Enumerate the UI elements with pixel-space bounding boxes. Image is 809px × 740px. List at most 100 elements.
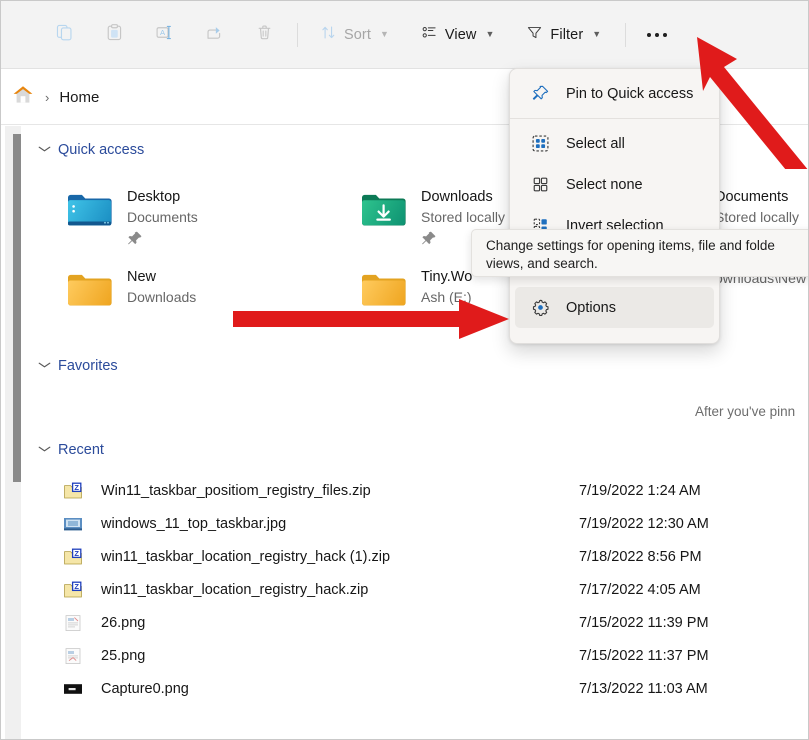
menu-divider: [510, 118, 719, 119]
recent-title: Recent: [58, 442, 104, 458]
quick-access-item-meta: Tiny.Wo Ash (E:): [421, 268, 472, 307]
chevron-down-icon: [38, 145, 51, 156]
svg-text:Z: Z: [74, 549, 79, 558]
recent-header[interactable]: Recent: [39, 442, 808, 458]
file-name: win11_taskbar_location_registry_hack (1)…: [101, 549, 390, 565]
quick-access-item-meta: New Downloads: [127, 268, 196, 307]
recent-file-list: Z Win11_taskbar_positiom_registry_files.…: [1, 474, 808, 705]
home-icon[interactable]: [11, 83, 35, 112]
see-more-context-menu: Pin to Quick access Select all: [509, 68, 720, 344]
file-name: 26.png: [101, 615, 145, 631]
file-name: win11_taskbar_location_registry_hack.zip: [101, 582, 368, 598]
view-label: View: [445, 27, 477, 43]
svg-text:A: A: [159, 27, 165, 36]
gear-icon: [531, 298, 550, 317]
menu-item-pin-to-quick-access[interactable]: Pin to Quick access: [515, 73, 714, 114]
png-icon: [63, 646, 83, 666]
table-row[interactable]: 25.png 7/15/2022 11:37 PM: [1, 639, 808, 672]
tiny-folder-icon: [359, 268, 407, 314]
png-icon: [63, 613, 83, 633]
tooltip-line-2: views, and search.: [486, 255, 809, 273]
quick-access-item-desktop[interactable]: Desktop Documents: [65, 184, 359, 256]
table-row[interactable]: Capture0.png 7/13/2022 11:03 AM: [1, 672, 808, 705]
png-dark-icon: [63, 679, 83, 699]
file-explorer-window: A: [0, 0, 809, 740]
favorites-empty-hint: After you've pinn: [695, 404, 795, 419]
item-subtitle: Stored locally: [715, 207, 799, 227]
menu-item-select-all[interactable]: Select all: [515, 123, 714, 164]
favorites-section: Favorites After you've pinn: [1, 358, 808, 374]
chevron-down-icon: ▼: [380, 30, 389, 39]
recent-section: Recent Z Win11_taskbar_positiom_registry…: [1, 442, 808, 458]
file-date: 7/19/2022 1:24 AM: [579, 483, 701, 499]
share-button[interactable]: [195, 18, 233, 52]
quick-access-item-meta: Desktop Documents: [127, 188, 198, 246]
jpg-icon: [63, 514, 83, 534]
filter-icon: [526, 24, 543, 46]
file-name: Win11_taskbar_positiom_registry_files.zi…: [101, 483, 371, 499]
item-subtitle: Downloads: [127, 287, 196, 307]
quick-access-title: Quick access: [58, 142, 144, 158]
item-name: Desktop: [127, 188, 198, 207]
breadcrumb-current[interactable]: Home: [59, 89, 99, 106]
chevron-down-icon: [38, 445, 51, 456]
item-name: Documents: [715, 188, 799, 207]
file-name: Capture0.png: [101, 681, 189, 697]
rename-button[interactable]: A: [145, 18, 183, 52]
delete-button[interactable]: [245, 18, 283, 52]
view-button[interactable]: View ▼: [411, 18, 505, 52]
item-name: New: [127, 268, 196, 287]
options-tooltip: Change settings for opening items, file …: [471, 229, 809, 277]
desktop-folder-icon: [65, 188, 113, 234]
favorites-header[interactable]: Favorites: [39, 358, 808, 374]
ellipsis-icon: [647, 33, 667, 37]
file-date: 7/19/2022 12:30 AM: [579, 516, 709, 532]
breadcrumb-separator: ›: [45, 90, 49, 105]
pin-icon: [421, 230, 437, 246]
filter-label: Filter: [550, 27, 583, 43]
filter-button[interactable]: Filter ▼: [516, 18, 611, 52]
menu-item-label: Select all: [566, 136, 625, 152]
item-subtitle: Stored locally: [421, 207, 505, 227]
toolbar-divider-1: [297, 23, 298, 47]
downloads-folder-icon: [359, 188, 407, 234]
file-date: 7/15/2022 11:39 PM: [579, 615, 709, 631]
select-all-icon: [531, 134, 550, 153]
item-subtitle: Documents: [127, 207, 198, 227]
table-row[interactable]: Z win11_taskbar_location_registry_hack (…: [1, 540, 808, 573]
file-name: 25.png: [101, 648, 145, 664]
file-name: windows_11_top_taskbar.jpg: [101, 516, 286, 532]
pin-icon: [127, 230, 143, 246]
tooltip-line-1: Change settings for opening items, file …: [486, 237, 809, 255]
menu-item-label: Options: [566, 300, 616, 316]
menu-item-options[interactable]: Options: [515, 287, 714, 328]
table-row[interactable]: Z Win11_taskbar_positiom_registry_files.…: [1, 474, 808, 507]
paste-button[interactable]: [95, 18, 133, 52]
zip-icon: Z: [63, 547, 83, 567]
svg-text:Z: Z: [74, 483, 79, 492]
item-subtitle: Ash (E:): [421, 287, 472, 307]
menu-item-label: Select none: [566, 177, 643, 193]
copy-icon: [55, 23, 74, 47]
table-row[interactable]: Z win11_taskbar_location_registry_hack.z…: [1, 573, 808, 606]
table-row[interactable]: 26.png 7/15/2022 11:39 PM: [1, 606, 808, 639]
new-folder-icon: [65, 268, 113, 314]
sort-label: Sort: [344, 27, 371, 43]
command-bar: A: [1, 1, 808, 69]
paste-icon: [105, 23, 124, 47]
quick-access-item-new[interactable]: New Downloads: [65, 264, 359, 336]
table-row[interactable]: windows_11_top_taskbar.jpg 7/19/2022 12:…: [1, 507, 808, 540]
share-icon: [205, 23, 224, 47]
zip-icon: Z: [63, 580, 83, 600]
chevron-down-icon: ▼: [486, 30, 495, 39]
copy-button[interactable]: [45, 18, 83, 52]
sort-button[interactable]: Sort ▼: [310, 18, 399, 52]
scrollbar-thumb[interactable]: [13, 134, 21, 482]
pin-icon: [531, 84, 550, 103]
file-date: 7/13/2022 11:03 AM: [579, 681, 708, 697]
menu-item-select-none[interactable]: Select none: [515, 164, 714, 205]
see-more-button[interactable]: [638, 18, 676, 52]
chevron-down-icon: [38, 361, 51, 372]
rename-icon: A: [155, 23, 174, 47]
zip-icon: Z: [63, 481, 83, 501]
